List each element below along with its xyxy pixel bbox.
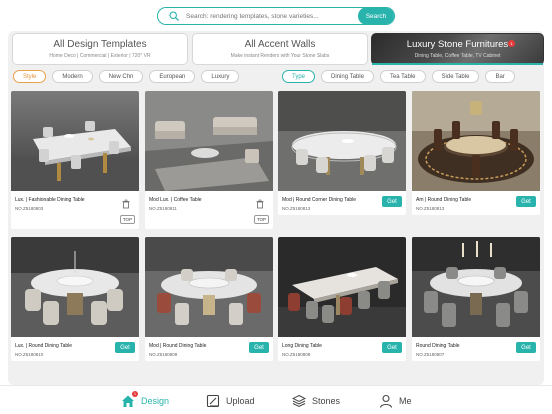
home-icon: 1 bbox=[121, 391, 138, 408]
type-filter-tea-table[interactable]: Tea Table bbox=[379, 70, 426, 83]
category-title: All Design Templates bbox=[53, 39, 147, 50]
product-card[interactable]: Long Dining Table NO.Z5180808 Get bbox=[278, 237, 406, 361]
category-subtitle: Home Deco | Commercial | Exterior | 720°… bbox=[49, 53, 151, 59]
type-filter-all[interactable]: Type bbox=[282, 70, 316, 83]
product-name: Mod | Round Corner Dining Table bbox=[282, 197, 357, 203]
product-code: NO.Z5180810 bbox=[15, 352, 44, 357]
tab-stones[interactable]: Stones bbox=[292, 392, 340, 410]
tab-label: Upload bbox=[226, 396, 255, 406]
product-name: Lux. | Round Dining Table bbox=[15, 343, 73, 349]
style-filter-luxury[interactable]: Luxury bbox=[201, 70, 240, 83]
upload-icon bbox=[206, 394, 220, 408]
product-card[interactable]: Mod | Round Dining Table NO.Z5180809 Get bbox=[145, 237, 273, 361]
category-card-design-templates[interactable]: All Design Templates Home Deco | Commerc… bbox=[12, 33, 188, 65]
search-input[interactable] bbox=[182, 12, 358, 20]
type-filter-side-table[interactable]: Side Table bbox=[431, 70, 480, 83]
product-code: NO.Z5180813 bbox=[416, 206, 445, 211]
product-card[interactable]: Lux. | Fashionable Dining Table NO.Z5180… bbox=[11, 91, 139, 229]
style-filter-row: Style Modern New Chn European Luxury bbox=[13, 70, 240, 84]
get-button[interactable]: Get bbox=[249, 342, 269, 353]
product-code: NO.Z5180809 bbox=[149, 352, 178, 357]
product-card[interactable]: Round Dining Table NO.Z5180807 Get bbox=[412, 237, 540, 361]
product-code: NO.Z5180811 bbox=[149, 206, 177, 211]
product-name: Long Dining Table bbox=[282, 343, 322, 349]
category-card-stone-furnitures[interactable]: Luxury Stone Furnitures Dining Table, Co… bbox=[371, 33, 544, 65]
product-image bbox=[145, 237, 273, 337]
content-panel: All Design Templates Home Deco | Commerc… bbox=[8, 31, 544, 385]
tab-design[interactable]: 1 Design bbox=[121, 391, 170, 410]
type-filter-row: Type Dining Table Tea Table Side Table B… bbox=[282, 70, 515, 84]
category-subtitle: Make instant Renders with Your Stone Sla… bbox=[230, 53, 330, 59]
product-image bbox=[412, 237, 540, 337]
product-name: Mod | Round Dining Table bbox=[149, 343, 207, 349]
type-filter-dining-table[interactable]: Dining Table bbox=[321, 70, 374, 83]
get-button[interactable]: Get bbox=[115, 342, 135, 353]
user-icon bbox=[379, 394, 393, 408]
tab-upload[interactable]: Upload bbox=[206, 392, 255, 410]
product-code: NO.Z5180807 bbox=[416, 352, 445, 357]
tab-label: Stones bbox=[312, 396, 341, 406]
notification-badge: 1 bbox=[132, 391, 138, 397]
search-bar: Search bbox=[157, 7, 395, 25]
category-cards: All Design Templates Home Deco | Commerc… bbox=[12, 33, 544, 65]
get-button[interactable]: Get bbox=[516, 342, 536, 353]
product-card[interactable]: Lux. | Round Dining Table NO.Z5180810 Ge… bbox=[11, 237, 139, 361]
search-button[interactable]: Search bbox=[358, 8, 394, 24]
product-image bbox=[278, 237, 406, 337]
tab-me[interactable]: Me bbox=[379, 392, 412, 410]
layers-icon bbox=[292, 394, 306, 408]
product-image bbox=[11, 237, 139, 337]
product-card[interactable]: Mod | Round Corner Dining Table NO.Z5180… bbox=[278, 91, 406, 215]
product-card[interactable]: Am | Round Dining Table NO.Z5180813 Get bbox=[412, 91, 540, 215]
product-name: Mod Lux. | Coffee Table bbox=[149, 197, 202, 203]
get-button[interactable]: Get bbox=[382, 196, 402, 207]
search-icon bbox=[166, 8, 182, 24]
product-card[interactable]: Mod Lux. | Coffee Table NO.Z5180811 TOP bbox=[145, 91, 273, 229]
trash-icon[interactable] bbox=[255, 196, 265, 209]
product-name: Round Dining Table bbox=[416, 343, 460, 349]
product-code: NO.Z5180803 bbox=[15, 206, 44, 211]
product-image bbox=[145, 91, 273, 191]
product-name: Lux. | Fashionable Dining Table bbox=[15, 197, 85, 203]
product-image bbox=[412, 91, 540, 191]
style-filter-new-chn[interactable]: New Chn bbox=[98, 70, 144, 83]
category-subtitle: Dining Table, Coffee Table, TV Cabinet bbox=[414, 53, 501, 59]
type-filter-bar[interactable]: Bar bbox=[485, 70, 515, 83]
top-tag-button[interactable]: TOP bbox=[119, 215, 135, 224]
tab-label: Me bbox=[399, 396, 412, 406]
active-indicator bbox=[372, 63, 543, 65]
category-card-accent-walls[interactable]: All Accent Walls Make instant Renders wi… bbox=[192, 33, 368, 65]
category-title: All Accent Walls bbox=[244, 39, 316, 50]
bottom-tab-bar: 1 Design Upload Stones Me bbox=[0, 385, 552, 414]
product-code: NO.Z5180808 bbox=[282, 352, 311, 357]
get-button[interactable]: Get bbox=[516, 196, 536, 207]
top-tag-button[interactable]: TOP bbox=[253, 215, 269, 224]
app-root: Search All Design Templates Home Deco | … bbox=[0, 0, 552, 414]
trash-icon[interactable] bbox=[121, 196, 131, 209]
style-filter-european[interactable]: European bbox=[149, 70, 196, 83]
notification-badge: 1 bbox=[508, 40, 515, 47]
tab-label: Design bbox=[141, 396, 170, 406]
style-filter-all[interactable]: Style bbox=[13, 70, 47, 83]
category-title: Luxury Stone Furnitures bbox=[406, 39, 509, 50]
product-image bbox=[278, 91, 406, 191]
product-image bbox=[11, 91, 139, 191]
product-code: NO.Z5180813 bbox=[282, 206, 311, 211]
product-name: Am | Round Dining Table bbox=[416, 197, 472, 203]
get-button[interactable]: Get bbox=[382, 342, 402, 353]
style-filter-modern[interactable]: Modern bbox=[52, 70, 93, 83]
